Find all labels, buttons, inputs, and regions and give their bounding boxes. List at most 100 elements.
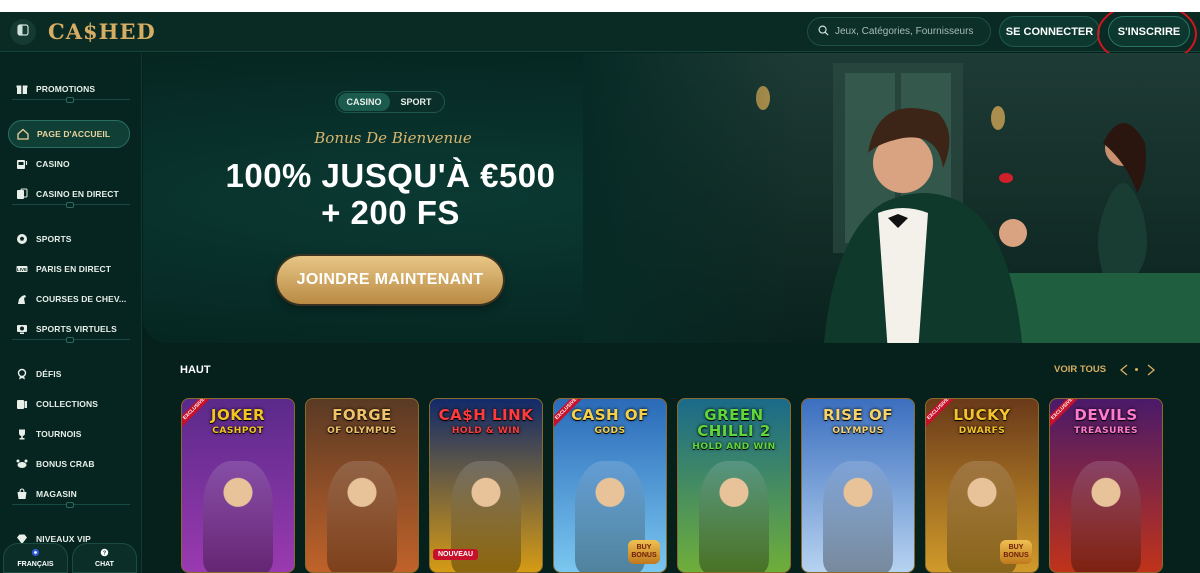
game-card[interactable]: FORGE OF OLYMPUS — [305, 398, 419, 573]
hero-title-line2: + 200 FS — [321, 194, 460, 231]
tab-sport[interactable]: SPORT — [390, 93, 442, 111]
game-subtitle-text: OLYMPUS — [832, 426, 884, 436]
hero-illustration — [583, 53, 1200, 343]
sidebar-item-page-d-accueil[interactable]: PAGE D'ACCUEIL — [8, 120, 130, 148]
sidebar-item-label: COLLECTIONS — [36, 399, 99, 409]
game-subtitle-text: GODS — [594, 426, 626, 436]
sidebar-item-paris-en-direct[interactable]: LIVE PARIS EN DIRECT — [8, 255, 130, 283]
shop-icon — [16, 488, 28, 500]
game-card[interactable]: LUCKY DWARFS EXCLUSIVE BUY BONUS — [925, 398, 1039, 573]
game-character-art — [699, 461, 769, 572]
game-card[interactable]: DEVILS TREASURES EXCLUSIVE — [1049, 398, 1163, 573]
new-badge: NOUVEAU — [433, 549, 479, 560]
game-card[interactable]: JOKER CASHPOT EXCLUSIVE — [181, 398, 295, 573]
slot-machine-icon — [16, 158, 28, 170]
game-subtitle-text: CASHPOT — [212, 426, 264, 436]
hero-title-line1: 100% JUSQU'À €500 — [225, 157, 556, 194]
sidebar-item-sports[interactable]: SPORTS — [8, 225, 130, 253]
sidebar-item-label: MAGASIN — [36, 489, 77, 499]
hero-banner: CASINO SPORT Bonus De Bienvenue 100% JUS… — [143, 53, 1200, 343]
game-subtitle-text: TREASURES — [1073, 426, 1139, 436]
soccer-ball-icon — [16, 233, 28, 245]
sidebar-item-label: CASINO — [36, 159, 70, 169]
chat-label: CHAT — [95, 561, 114, 568]
game-title: LUCKY DWARFS — [926, 407, 1038, 439]
game-title: CASH OF GODS — [554, 407, 666, 439]
view-all-link[interactable]: VOIR TOUS — [1054, 364, 1106, 375]
sidebar-item-label: DÉFIS — [36, 369, 62, 379]
game-title-text: JOKER — [210, 406, 266, 424]
sidebar-divider — [12, 337, 130, 343]
game-title-text: GREEN CHILLI 2 — [697, 406, 771, 440]
language-button[interactable]: FRANÇAIS — [3, 543, 68, 573]
game-title: JOKER CASHPOT — [182, 407, 294, 439]
svg-text:?: ? — [103, 551, 106, 557]
game-title-text: CASH OF — [571, 406, 649, 424]
sidebar-toggle-icon — [17, 23, 29, 41]
game-title: RISE OF OLYMPUS — [802, 407, 914, 439]
game-card[interactable]: CASH OF GODS EXCLUSIVE BUY BONUS — [553, 398, 667, 573]
game-card[interactable]: CA$H LINK HOLD & WIN NOUVEAU — [429, 398, 543, 573]
sidebar-item-tournois[interactable]: TOURNOIS — [8, 420, 130, 448]
game-title-text: RISE OF — [823, 406, 893, 424]
sidebar-divider — [12, 502, 130, 508]
search-bar[interactable] — [807, 17, 991, 46]
brand-logo[interactable]: CA$HED — [48, 19, 156, 44]
sidebar: PROMOTIONS PAGE D'ACCUEIL CASINO CASINO EN … — [0, 53, 142, 573]
chat-button[interactable]: ? CHAT — [72, 543, 137, 573]
tab-casino[interactable]: CASINO — [338, 93, 390, 111]
gift-icon — [16, 83, 28, 95]
casino-sport-toggle: CASINO SPORT — [335, 91, 445, 113]
sidebar-item-label: SPORTS VIRTUELS — [36, 324, 117, 334]
sidebar-item-label: PARIS EN DIRECT — [36, 264, 112, 274]
sidebar-item-bonus-crab[interactable]: BONUS CRAB — [8, 450, 130, 478]
sidebar-divider — [12, 97, 130, 103]
game-card[interactable]: RISE OF OLYMPUS — [801, 398, 915, 573]
search-icon — [818, 23, 829, 41]
game-character-art — [1071, 461, 1141, 572]
game-title-text: LUCKY — [953, 406, 1011, 424]
home-icon — [17, 128, 29, 140]
buy-bonus-badge: BUY BONUS — [1000, 540, 1032, 564]
game-title: GREEN CHILLI 2 HOLD AND WIN — [678, 407, 790, 455]
game-title-text: FORGE — [332, 406, 392, 424]
sidebar-item-label: COURSES DE CHEV... — [36, 294, 127, 304]
hero-title: 100% JUSQU'À €500 + 200 FS — [203, 157, 578, 231]
sidebar-item-collections[interactable]: COLLECTIONS — [8, 390, 130, 418]
sidebar-item-courses-de-chev[interactable]: COURSES DE CHEV... — [8, 285, 130, 313]
buy-bonus-badge: BUY BONUS — [628, 540, 660, 564]
sidebar-item-casino[interactable]: CASINO — [8, 150, 130, 178]
sidebar-item-label: PROMOTIONS — [36, 84, 96, 94]
sidebar-item-d-fis[interactable]: DÉFIS — [8, 360, 130, 388]
carousel-dot — [1135, 368, 1138, 371]
game-card[interactable]: GREEN CHILLI 2 HOLD AND WIN — [677, 398, 791, 573]
globe-icon — [31, 548, 40, 559]
game-character-art — [327, 461, 397, 572]
join-now-button[interactable]: JOINDRE MAINTENANT — [277, 256, 503, 304]
hero-subtitle: Bonus De Bienvenue — [314, 129, 472, 147]
sidebar-item-label: CASINO EN DIRECT — [36, 189, 119, 199]
language-label: FRANÇAIS — [17, 561, 54, 568]
app-window: CA$HED SE CONNECTER S'INSCRIRE PROMOTION… — [0, 12, 1200, 573]
prev-arrow-icon[interactable] — [1118, 363, 1132, 377]
sidebar-item-label: PAGE D'ACCUEIL — [37, 129, 111, 139]
register-button[interactable]: S'INSCRIRE — [1108, 16, 1190, 47]
game-subtitle-text: HOLD AND WIN — [692, 442, 776, 452]
game-title: CA$H LINK HOLD & WIN — [430, 407, 542, 439]
sidebar-item-label: SPORTS — [36, 234, 72, 244]
game-title: DEVILS TREASURES — [1050, 407, 1162, 439]
sidebar-item-label: TOURNOIS — [36, 429, 82, 439]
game-title-text: DEVILS — [1074, 406, 1138, 424]
search-input[interactable] — [835, 26, 985, 37]
next-arrow-icon[interactable] — [1143, 363, 1157, 377]
section-title: HAUT — [180, 364, 211, 376]
top-header: CA$HED SE CONNECTER S'INSCRIRE — [0, 12, 1200, 52]
sidebar-item-label: BONUS CRAB — [36, 459, 95, 469]
game-subtitle-text: HOLD & WIN — [451, 426, 521, 436]
svg-text:LIVE: LIVE — [17, 267, 27, 272]
game-character-art — [823, 461, 893, 572]
trophy-icon — [16, 428, 28, 440]
login-button[interactable]: SE CONNECTER — [999, 16, 1100, 47]
challenge-icon — [16, 368, 28, 380]
sidebar-toggle-button[interactable] — [10, 19, 36, 45]
